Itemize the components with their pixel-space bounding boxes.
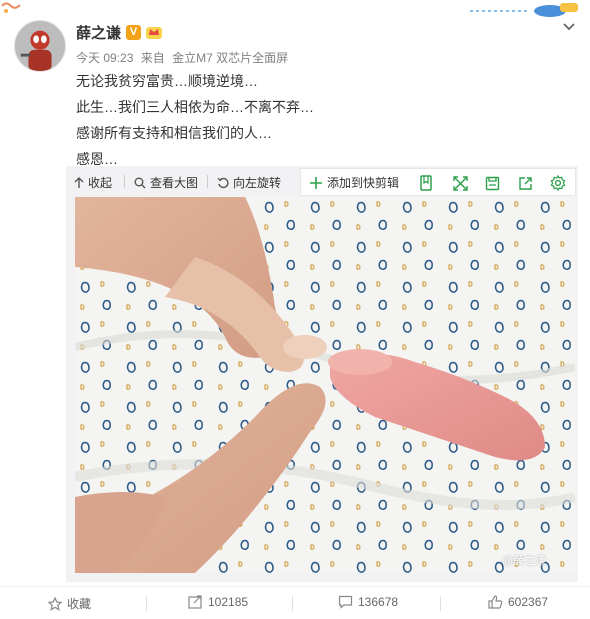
- bookmark-icon[interactable]: [415, 172, 437, 194]
- thumbs-up-icon: [488, 595, 503, 609]
- add-to-clip-button[interactable]: 添加到快剪辑: [309, 174, 399, 191]
- like-button[interactable]: 602367: [488, 595, 548, 609]
- action-divider: [292, 596, 293, 611]
- post-source[interactable]: 金立M7 双芯片全面屏: [172, 51, 288, 65]
- collapse-label: 收起: [88, 176, 113, 190]
- collapse-button[interactable]: 收起: [74, 174, 112, 191]
- star-icon: [48, 596, 62, 611]
- view-large-label: 查看大图: [150, 176, 199, 190]
- save-icon[interactable]: [481, 172, 503, 194]
- rotate-left-button[interactable]: 向左旋转: [217, 174, 281, 191]
- favorite-button[interactable]: 收藏: [48, 595, 91, 612]
- plus-icon: [310, 176, 322, 189]
- like-count: 602367: [508, 595, 549, 609]
- search-icon: [134, 177, 146, 188]
- favorite-label: 收藏: [67, 597, 92, 611]
- view-large-button[interactable]: 查看大图: [134, 174, 198, 191]
- post-photo[interactable]: [75, 197, 575, 573]
- text-line: 感谢所有支持和相信我们的人…: [76, 125, 272, 141]
- action-divider: [440, 596, 441, 611]
- rotate-left-icon: [217, 177, 229, 188]
- post-time[interactable]: 今天 09:23: [76, 51, 133, 65]
- toolbar-divider: [124, 175, 125, 188]
- repost-button[interactable]: 102185: [188, 595, 248, 609]
- source-prefix: 来自: [140, 51, 165, 65]
- photo-watermark: @薛之谦: [502, 555, 547, 567]
- verified-badge: V: [126, 25, 141, 40]
- avatar[interactable]: [14, 20, 66, 72]
- text-line: 此生…我们三人相依为命…不离不弃…: [76, 99, 314, 115]
- action-divider: [146, 596, 147, 611]
- rotate-left-label: 向左旋转: [233, 176, 282, 190]
- repost-count: 102185: [208, 595, 249, 609]
- post-text: 无论我贫穷富贵…顺境逆境… 此生…我们三人相依为命…不离不弃… 感谢所有支持和相…: [76, 68, 314, 172]
- comment-count: 136678: [358, 595, 399, 609]
- arrow-up-icon: [74, 176, 84, 188]
- post-actions: 收藏 102185 136678 602367: [0, 586, 590, 619]
- settings-icon[interactable]: [547, 172, 569, 194]
- crown-icon: [146, 27, 162, 39]
- weibo-post: 薛之谦 V 今天 09:23 来自 金立M7 双芯片全面屏 无论我贫穷富贵…顺境…: [0, 0, 590, 619]
- share-icon[interactable]: [514, 172, 536, 194]
- toolbar-divider: [207, 175, 208, 188]
- expand-icon[interactable]: [449, 172, 471, 194]
- username[interactable]: 薛之谦: [76, 22, 121, 43]
- photo-illustration: [75, 197, 575, 573]
- add-to-clip-label: 添加到快剪辑: [327, 176, 400, 190]
- corner-decoration-right: [470, 3, 578, 17]
- post-meta: 今天 09:23 来自 金立M7 双芯片全面屏: [76, 49, 292, 66]
- comment-icon: [338, 595, 353, 609]
- corner-decoration: [1, 2, 21, 13]
- media-tools-panel: 添加到快剪辑: [300, 168, 576, 196]
- text-line: 无论我贫穷富贵…顺境逆境…: [76, 73, 258, 89]
- chevron-down-icon[interactable]: [562, 22, 576, 32]
- repost-icon: [188, 595, 202, 609]
- comment-button[interactable]: 136678: [338, 595, 398, 609]
